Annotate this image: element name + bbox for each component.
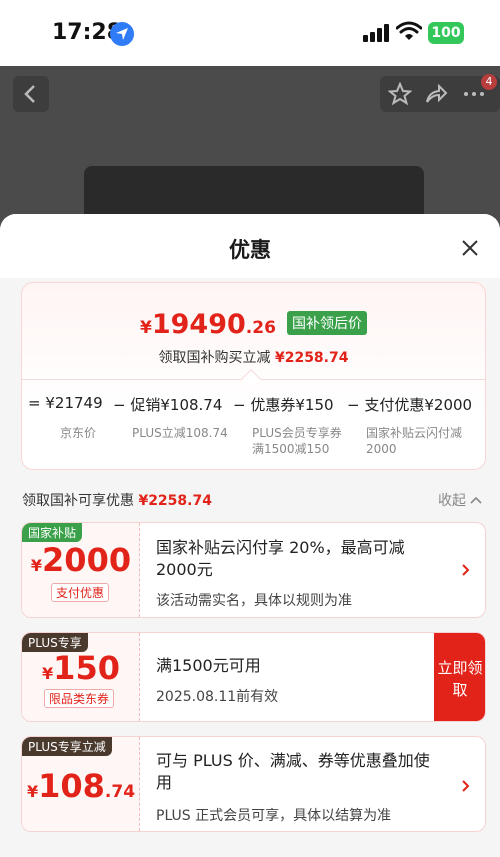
price-subtitle-amount: ¥2258.74 xyxy=(274,350,349,366)
coupon-description: PLUS 正式会员可享，具体以结算为准 xyxy=(156,808,392,824)
coupon-card: PLUS专享 ¥150 限品类东券 满1500元可用 2025.08.11前有效… xyxy=(21,632,486,722)
breakdown-item: − 支付优惠¥2000 xyxy=(347,394,472,415)
price-subtitle-text: 领取国补购买立减 xyxy=(158,350,271,366)
coupon-description: 该活动需实名，具体以规则为准 xyxy=(156,593,352,609)
price-breakdown: = ¥21749 京东价 − 促销¥108.74 PLUS立减108.74 − … xyxy=(22,369,485,471)
coupon-tag: PLUS专享立减 xyxy=(22,737,112,756)
back-button[interactable] xyxy=(13,76,49,112)
price-decimal: .26 xyxy=(245,318,276,338)
coupon-kind: 限品类东券 xyxy=(44,689,115,708)
price-integer: 19490 xyxy=(151,309,246,340)
status-bar: 17:28 100 xyxy=(0,0,500,66)
close-icon[interactable] xyxy=(458,236,482,260)
breakdown-item: − 优惠券¥150 xyxy=(233,394,334,415)
breakdown-label: 京东价 xyxy=(60,426,97,440)
coupon-title: 国家补贴云闪付享 20%，最高可减 2000元 xyxy=(156,538,405,579)
collapse-toggle[interactable]: 收起 xyxy=(438,490,483,510)
breakdown-operator: − xyxy=(347,396,360,414)
coupon-value-panel: PLUS专享立减 ¥108.74 xyxy=(22,737,140,831)
breakdown-label: 国家补贴云闪付减2000 xyxy=(366,426,463,456)
chevron-up-icon xyxy=(470,496,483,504)
wifi-icon xyxy=(395,21,423,45)
breakdown-operator: = xyxy=(28,394,41,412)
star-icon[interactable] xyxy=(388,82,412,106)
coupon-amount: ¥2000 xyxy=(22,541,140,579)
coupon-title: 可与 PLUS 价、满减、券等优惠叠加使用 xyxy=(156,751,430,792)
discount-sheet: 优惠 ¥19490.26 国补领后价 领取国补购买立减 ¥2258.74 = ¥… xyxy=(0,214,500,857)
breakdown-value: 促销¥108.74 xyxy=(130,396,223,414)
coupon-card[interactable]: 国家补贴 ¥2000 支付优惠 国家补贴云闪付享 20%，最高可减 2000元 … xyxy=(21,522,486,618)
coupon-currency: ¥ xyxy=(26,782,39,801)
breakdown-operator: − xyxy=(233,396,246,414)
collapse-toggle-label: 收起 xyxy=(438,493,466,509)
chevron-right-icon xyxy=(462,780,470,792)
sheet-title: 优惠 xyxy=(229,238,271,262)
coupon-title: 满1500元可用 xyxy=(156,656,261,675)
coupon-amount-value: 2000 xyxy=(42,541,132,579)
coupon-card[interactable]: PLUS专享立减 ¥108.74 可与 PLUS 价、满减、券等优惠叠加使用 P… xyxy=(21,736,486,832)
coupon-amount-value: 108 xyxy=(38,767,105,805)
coupon-description: 2025.08.11前有效 xyxy=(156,689,279,705)
section-title: 领取国补可享优惠 ¥2258.74 xyxy=(22,490,212,510)
section-title-amount: ¥2258.74 xyxy=(138,493,212,509)
sheet-header: 优惠 xyxy=(0,214,500,278)
share-icon[interactable] xyxy=(424,82,448,106)
price-subtitle: 领取国补购买立减 ¥2258.74 xyxy=(22,347,485,367)
battery-indicator: 100 xyxy=(428,22,464,44)
coupon-amount: ¥108.74 xyxy=(22,767,140,805)
breakdown-value: 支付优惠¥2000 xyxy=(364,396,473,414)
coupon-amount: ¥150 xyxy=(22,649,140,687)
chevron-right-icon xyxy=(462,564,470,576)
chevron-left-icon xyxy=(24,85,35,103)
location-arrow-icon xyxy=(110,22,134,46)
coupon-tag: 国家补贴 xyxy=(22,523,83,542)
coupon-amount-value: 150 xyxy=(53,649,120,687)
section-title-text: 领取国补可享优惠 xyxy=(22,493,134,509)
coupon-currency: ¥ xyxy=(30,556,43,575)
breakdown-label: PLUS立减108.74 xyxy=(132,426,228,440)
card-notch xyxy=(241,369,261,389)
coupon-value-panel: PLUS专享 ¥150 限品类东券 xyxy=(22,633,140,721)
price-summary-card: ¥19490.26 国补领后价 领取国补购买立减 ¥2258.74 = ¥217… xyxy=(21,282,486,470)
claim-button[interactable]: 立即领取 xyxy=(434,633,485,721)
breakdown-operator: − xyxy=(113,396,126,414)
breakdown-item: − 促销¥108.74 xyxy=(113,394,222,415)
breakdown-value: 优惠券¥150 xyxy=(250,396,334,414)
cellular-signal-icon xyxy=(363,24,391,42)
breakdown-item: = ¥21749 xyxy=(28,394,103,412)
notification-badge: 4 xyxy=(481,74,497,90)
coupon-value-panel: 国家补贴 ¥2000 支付优惠 xyxy=(22,523,140,617)
price-tag-badge: 国补领后价 xyxy=(287,311,367,335)
final-price: ¥19490.26 国补领后价 xyxy=(22,309,485,340)
coupon-currency: ¥ xyxy=(42,664,54,683)
coupon-kind: 支付优惠 xyxy=(51,583,110,602)
price-currency: ¥ xyxy=(140,318,152,338)
coupon-amount-decimal: .74 xyxy=(104,782,136,802)
breakdown-label: PLUS会员专享券满1500减150 xyxy=(252,426,342,456)
breakdown-value: ¥21749 xyxy=(45,394,103,412)
